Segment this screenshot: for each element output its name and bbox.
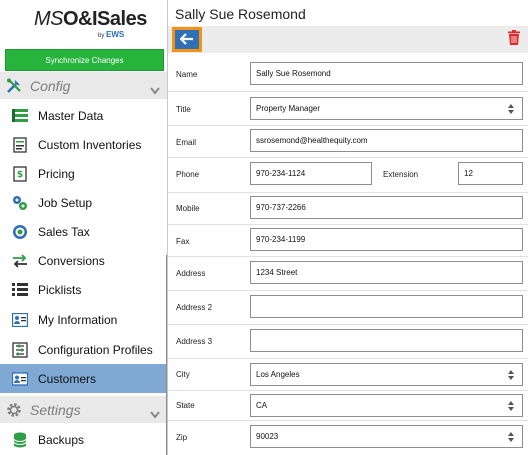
backups-icon: [12, 432, 28, 448]
sidebar-item-job-setup[interactable]: Job Setup: [0, 188, 167, 217]
mobile-label: Mobile: [176, 204, 200, 213]
phone-label: Phone: [176, 170, 200, 179]
sidebar-item-label: Pricing: [38, 166, 75, 181]
delete-button[interactable]: [506, 29, 522, 49]
configuration-profiles-icon: [12, 341, 28, 358]
mobile-field[interactable]: 970-737-2266: [250, 196, 523, 219]
city-select[interactable]: Los Angeles: [250, 363, 523, 386]
sidebar-item-picklists[interactable]: Picklists: [0, 275, 167, 304]
email-row: Email ssrosemond@healthequity.com: [168, 126, 528, 158]
address3-row: Address 3: [168, 325, 528, 359]
sidebar-item-label: Backups: [38, 432, 85, 447]
job-setup-icon: [12, 195, 28, 211]
gear-icon: [4, 400, 24, 420]
fax-field[interactable]: 970-234-1199: [250, 228, 523, 251]
sidebar-item-label: Master Data: [38, 108, 104, 123]
state-row: State CA: [168, 391, 528, 421]
zip-label: Zip: [176, 433, 188, 442]
app-logo: MSO&ISales by EWS: [34, 8, 147, 39]
address2-row: Address 2: [168, 291, 528, 325]
sidebar-item-backups[interactable]: Backups: [0, 425, 167, 454]
customer-detail-panel: Sally Sue Rosemond Name Sally Sue Rosemo…: [168, 0, 528, 455]
chevron-down-icon: [150, 80, 160, 99]
sidebar: MSO&ISales by EWS Synchronize Changes Co…: [0, 0, 168, 455]
sidebar-item-label: Conversions: [38, 253, 105, 268]
conversions-icon: [12, 253, 28, 269]
pricing-icon: $: [12, 165, 28, 182]
sidebar-item-label: Customers: [38, 371, 97, 386]
name-label: Name: [176, 70, 198, 79]
sidebar-item-pricing[interactable]: $ Pricing: [0, 159, 167, 188]
zip-row: Zip 90023: [168, 421, 528, 455]
synchronize-changes-button[interactable]: Synchronize Changes: [5, 49, 164, 71]
master-data-icon: [12, 108, 28, 124]
title-select[interactable]: Property Manager: [250, 97, 523, 120]
address2-label: Address 2: [176, 303, 213, 312]
config-section-header[interactable]: Config: [0, 72, 167, 99]
config-header-label: Config: [30, 77, 71, 94]
title-label: Title: [176, 105, 191, 114]
trash-icon: [508, 29, 520, 49]
extension-label: Extension: [383, 170, 419, 179]
sidebar-item-label: Job Setup: [38, 195, 93, 210]
page-title: Sally Sue Rosemond: [175, 6, 306, 22]
city-label: City: [176, 370, 190, 379]
name-field[interactable]: Sally Sue Rosemond: [250, 62, 523, 85]
mobile-row: Mobile 970-737-2266: [168, 193, 528, 225]
select-arrows-icon: [507, 103, 515, 117]
tools-icon: [4, 76, 24, 96]
state-select-value: CA: [256, 401, 268, 410]
sidebar-item-configuration-profiles[interactable]: Configuration Profiles: [0, 335, 167, 364]
fax-row: Fax 970-234-1199: [168, 225, 528, 257]
arrow-left-icon: [179, 30, 194, 49]
select-arrows-icon: [507, 400, 515, 414]
city-row: City Los Angeles: [168, 359, 528, 391]
phone-row: Phone 970-234-1124 Extension 12: [168, 158, 528, 193]
address-row: Address 1234 Street: [168, 257, 528, 291]
address3-label: Address 3: [176, 337, 213, 346]
customers-icon: [12, 371, 28, 387]
state-select[interactable]: CA: [250, 394, 523, 417]
sidebar-item-label: My Information: [38, 312, 118, 327]
state-label: State: [176, 401, 195, 410]
address3-field[interactable]: [250, 329, 523, 352]
email-field[interactable]: ssrosemond@healthequity.com: [250, 129, 523, 152]
custom-inventories-icon: [12, 136, 28, 153]
sidebar-item-label: Configuration Profiles: [38, 342, 153, 357]
svg-text:$: $: [17, 170, 23, 180]
sidebar-item-conversions[interactable]: Conversions: [0, 246, 167, 275]
fax-label: Fax: [176, 237, 190, 246]
title-row: Title Property Manager: [168, 92, 528, 126]
sidebar-item-sales-tax[interactable]: Sales Tax: [0, 217, 167, 246]
address2-field[interactable]: [250, 295, 523, 318]
sidebar-item-customers[interactable]: Customers: [0, 364, 167, 393]
sidebar-item-my-information[interactable]: My Information: [0, 305, 167, 334]
sidebar-item-label: Custom Inventories: [38, 137, 142, 152]
sidebar-item-master-data[interactable]: Master Data: [0, 101, 167, 130]
name-row: Name Sally Sue Rosemond: [168, 55, 528, 92]
sidebar-item-custom-inventories[interactable]: Custom Inventories: [0, 130, 167, 159]
select-arrows-icon: [507, 431, 515, 445]
select-arrows-icon: [507, 369, 515, 383]
address-label: Address: [176, 269, 206, 278]
zip-select[interactable]: 90023: [250, 425, 523, 448]
sidebar-item-label: Picklists: [38, 282, 82, 297]
my-information-icon: [12, 312, 28, 328]
settings-header-label: Settings: [30, 401, 81, 418]
settings-section-header[interactable]: Settings: [0, 396, 167, 423]
sales-tax-icon: [12, 224, 28, 240]
extension-field[interactable]: 12: [458, 162, 523, 185]
back-button[interactable]: [172, 27, 202, 52]
sidebar-item-label: Sales Tax: [38, 224, 90, 239]
zip-select-value: 90023: [256, 432, 279, 441]
chevron-down-icon: [150, 404, 160, 423]
email-label: Email: [176, 138, 197, 147]
city-select-value: Los Angeles: [256, 370, 300, 379]
address-field[interactable]: 1234 Street: [250, 261, 523, 284]
phone-field[interactable]: 970-234-1124: [250, 162, 372, 185]
toolbar: [168, 26, 528, 53]
picklists-icon: [12, 282, 28, 298]
title-select-value: Property Manager: [256, 104, 321, 113]
